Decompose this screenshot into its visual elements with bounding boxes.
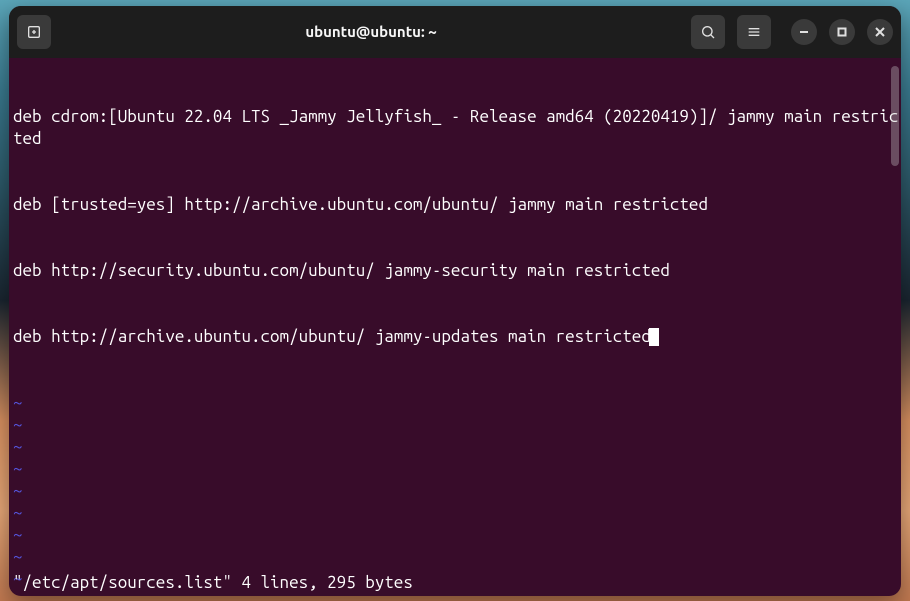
maximize-button[interactable] <box>829 19 855 45</box>
menu-button[interactable] <box>737 15 771 49</box>
minimize-button[interactable] <box>791 19 817 45</box>
vim-empty-line-tilde: ~ <box>13 436 901 458</box>
search-icon <box>700 24 716 40</box>
close-icon <box>875 27 885 37</box>
file-line: deb [trusted=yes] http://archive.ubuntu.… <box>13 194 901 216</box>
file-line: deb cdrom:[Ubuntu 22.04 LTS _Jammy Jelly… <box>13 106 901 150</box>
text-cursor <box>649 328 659 346</box>
window-title: ubuntu@ubuntu: ~ <box>57 23 685 40</box>
vim-status-line: "/etc/apt/sources.list" 4 lines, 295 byt… <box>9 572 901 596</box>
terminal-body[interactable]: deb cdrom:[Ubuntu 22.04 LTS _Jammy Jelly… <box>9 58 901 596</box>
maximize-icon <box>837 27 847 37</box>
new-tab-icon <box>26 24 42 40</box>
vim-empty-line-tilde: ~ <box>13 392 901 414</box>
terminal-window: ubuntu@ubuntu: ~ deb cdro <box>9 6 901 596</box>
scrollbar-thumb[interactable] <box>891 66 899 166</box>
vim-empty-line-tilde: ~ <box>13 414 901 436</box>
hamburger-icon <box>746 24 762 40</box>
editor-content: deb cdrom:[Ubuntu 22.04 LTS _Jammy Jelly… <box>9 58 901 596</box>
titlebar: ubuntu@ubuntu: ~ <box>9 6 901 58</box>
search-button[interactable] <box>691 15 725 49</box>
close-button[interactable] <box>867 19 893 45</box>
file-line: deb http://archive.ubuntu.com/ubuntu/ ja… <box>13 326 901 348</box>
file-line: deb http://security.ubuntu.com/ubuntu/ j… <box>13 260 901 282</box>
vim-empty-line-tilde: ~ <box>13 502 901 524</box>
vim-empty-line-tilde: ~ <box>13 524 901 546</box>
vim-empty-line-tilde: ~ <box>13 458 901 480</box>
vim-empty-line-tilde: ~ <box>13 546 901 568</box>
vim-empty-line-tilde: ~ <box>13 480 901 502</box>
new-tab-button[interactable] <box>17 15 51 49</box>
minimize-icon <box>799 27 809 37</box>
